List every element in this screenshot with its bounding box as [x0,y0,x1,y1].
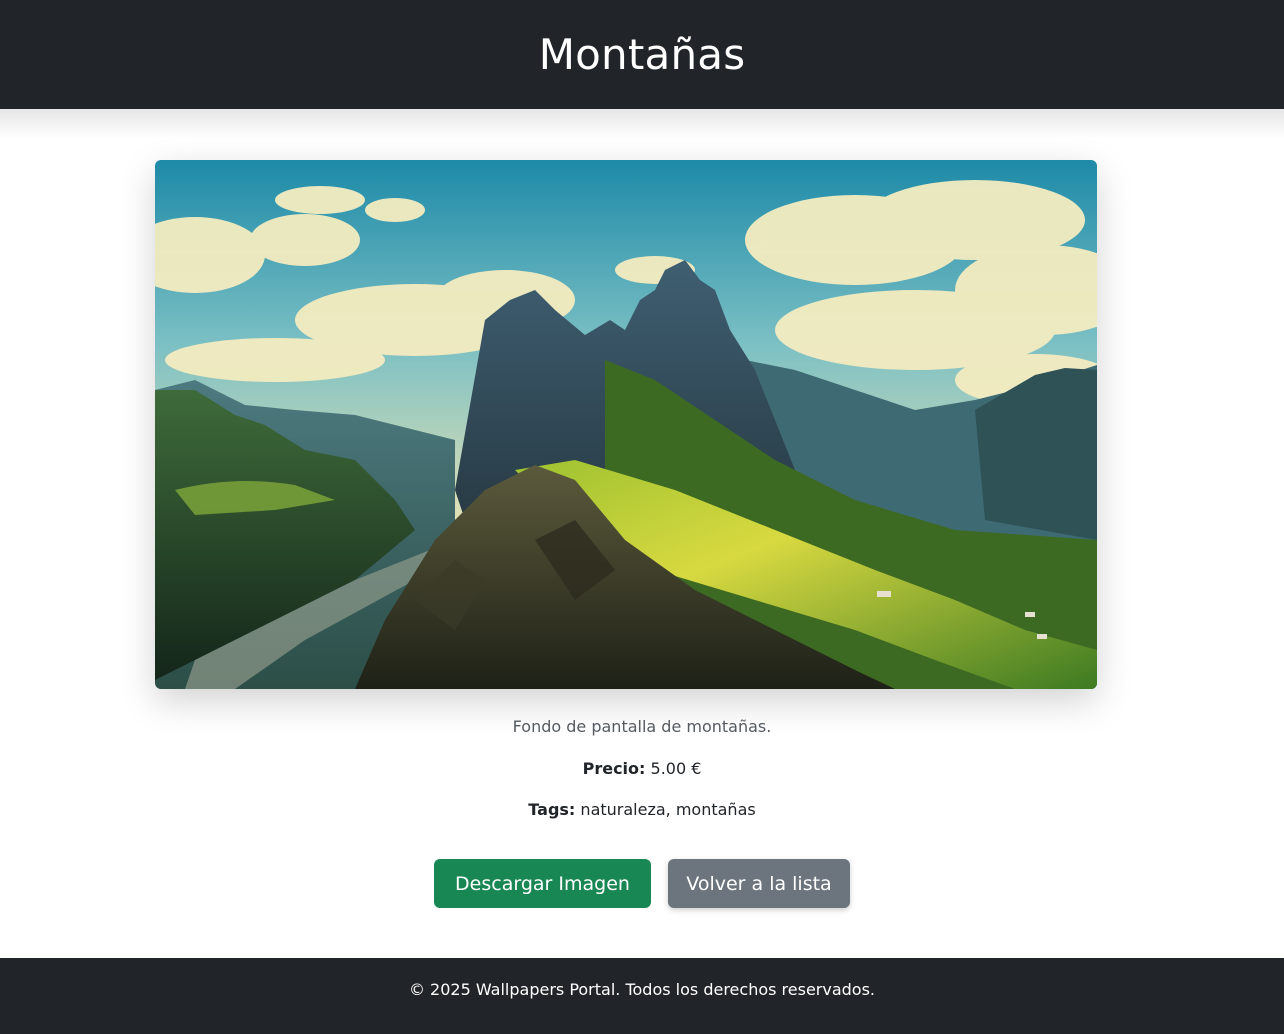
mountain-landscape-illustration [155,160,1097,689]
price-label: Precio: [582,759,646,778]
wallpaper-price: Precio: 5.00 € [0,759,1284,778]
back-to-list-button[interactable]: Volver a la lista [668,859,850,908]
price-value: 5.00 € [650,759,702,778]
download-image-button[interactable]: Descargar Imagen [434,859,651,908]
page-footer: © 2025 Wallpapers Portal. Todos los dere… [0,958,1284,1034]
action-buttons: Descargar Imagen Volver a la lista [0,859,1284,908]
wallpaper-description: Fondo de pantalla de montañas. [512,717,772,736]
tags-value: naturaleza, montañas [580,800,756,819]
wallpaper-image [155,160,1097,689]
footer-copyright: © 2025 Wallpapers Portal. Todos los dere… [408,979,876,999]
tags-label: Tags: [528,800,576,819]
page-title: Montañas [538,30,746,79]
wallpaper-tags: Tags: naturaleza, montañas [0,800,1284,819]
main-content: Fondo de pantalla de montañas. Precio: 5… [0,109,1284,958]
page-header: Montañas [0,0,1284,109]
